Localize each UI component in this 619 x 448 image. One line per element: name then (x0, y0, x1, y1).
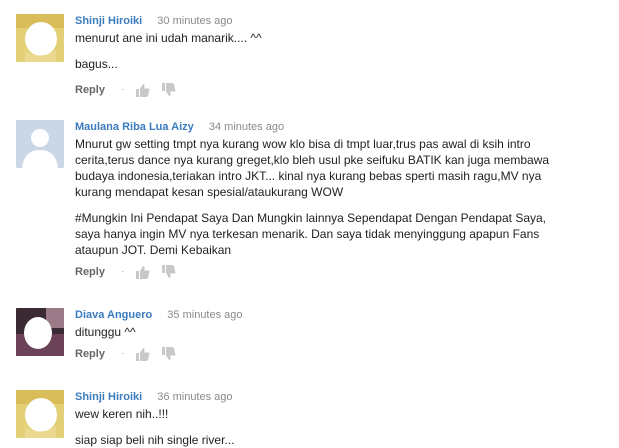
comment-text: menurut ane ini udah manarik.... ^^ (75, 31, 262, 45)
comment-text: kurang mendapat kesan spesial/ataukurang… (75, 185, 344, 199)
comment-text: bagus... (75, 57, 118, 71)
separator-dot: · (120, 266, 125, 277)
comment-text: siap siap beli nih single river... (75, 433, 235, 447)
comment-actions: Reply · (75, 82, 612, 98)
timestamp[interactable]: 36 minutes ago (157, 391, 232, 403)
comment-text: ataupun JOT. Demi Kebaikan (75, 243, 232, 257)
avatar[interactable] (16, 390, 64, 438)
comment-header: Shinji Hiroiki 36 minutes ago (75, 390, 612, 404)
comment-text: cerita,terus dance nya kurang greget,klo… (75, 153, 550, 167)
comment-header: Diava Anguero 35 minutes ago (75, 308, 612, 322)
thumbs-down-icon[interactable] (162, 347, 176, 361)
reply-button[interactable]: Reply (75, 264, 105, 280)
comment-actions: Reply · (75, 346, 612, 362)
comment-actions: Reply · (75, 264, 612, 280)
comment-header: Shinji Hiroiki 30 minutes ago (75, 14, 612, 28)
avatar[interactable] (16, 308, 64, 356)
reply-button[interactable]: Reply (75, 82, 105, 98)
author-name[interactable]: Shinji Hiroiki (75, 14, 142, 28)
separator-dot: · (120, 348, 125, 359)
author-name[interactable]: Diava Anguero (75, 308, 152, 322)
thumbs-down-icon[interactable] (162, 265, 176, 279)
author-name[interactable]: Shinji Hiroiki (75, 390, 142, 404)
thumbs-up-icon[interactable] (136, 265, 150, 279)
timestamp[interactable]: 35 minutes ago (167, 309, 242, 321)
author-name[interactable]: Maulana Riba Lua Aizy (75, 120, 194, 134)
avatar[interactable] (16, 14, 64, 62)
timestamp[interactable]: 34 minutes ago (209, 121, 284, 133)
comment-text: #Mungkin Ini Pendapat Saya Dan Mungkin l… (75, 211, 547, 225)
comment-text: wew keren nih..!!! (75, 407, 169, 421)
thumbs-up-icon[interactable] (136, 83, 150, 97)
comment-text: saya hanya ingin MV nya terkesan menarik… (75, 227, 540, 241)
separator-dot: · (120, 84, 125, 95)
reply-button[interactable]: Reply (75, 346, 105, 362)
comment-text: ditunggu ^^ (75, 325, 136, 339)
comment-header: Maulana Riba Lua Aizy 34 minutes ago (75, 120, 612, 134)
timestamp[interactable]: 30 minutes ago (157, 15, 232, 27)
thumbs-up-icon[interactable] (136, 347, 150, 361)
comment-text: budaya indonesia,teriakan intro JKT... k… (75, 169, 542, 183)
avatar[interactable] (16, 120, 64, 168)
thumbs-down-icon[interactable] (162, 83, 176, 97)
comment-text: Mnurut gw setting tmpt nya kurang wow kl… (75, 137, 531, 151)
